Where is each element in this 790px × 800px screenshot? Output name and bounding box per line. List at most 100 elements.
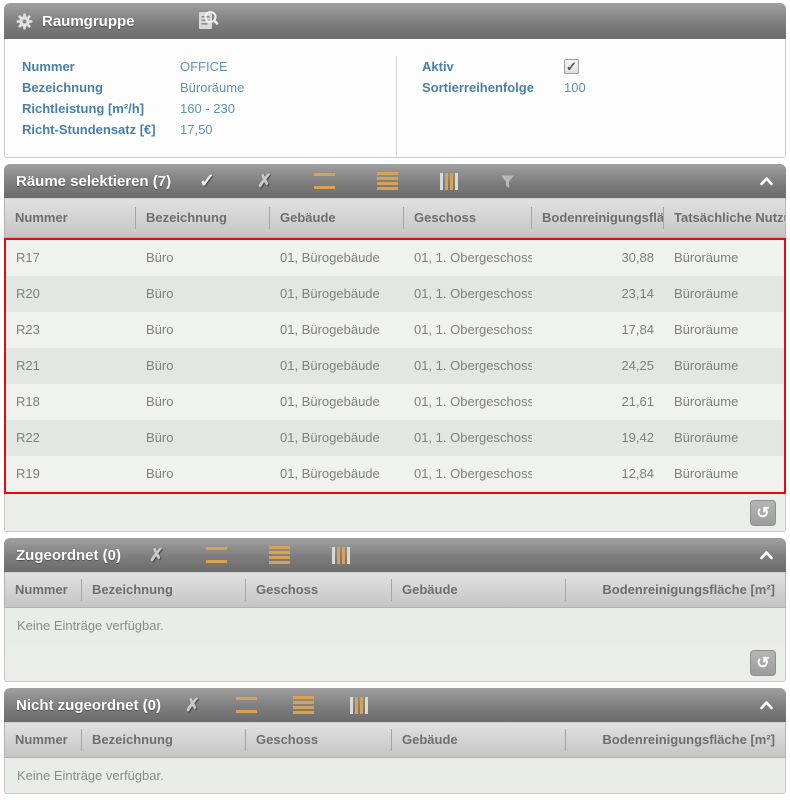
table-cell: R17 [6,240,136,276]
table-cell: 01, Bürogebäude [270,240,404,276]
column-settings-icon[interactable] [440,173,458,190]
column-header-nummer[interactable]: Nummer [5,729,81,751]
toolbar: ✗ [185,695,368,716]
column-header-tatsaechliche-nutzung[interactable]: Tatsächliche Nutzung [663,207,785,229]
column-settings-icon[interactable] [332,547,350,564]
table-cell: Büro [136,240,270,276]
nicht-zugeordnet-panel: Nicht zugeordnet (0) ✗ Nummer Bezeichnun… [4,688,786,794]
table-cell: 21,61 [532,384,664,420]
collapse-rows-icon[interactable] [236,697,257,713]
column-header-nummer[interactable]: Nummer [5,207,135,229]
column-header-bezeichnung[interactable]: Bezeichnung [135,207,269,229]
column-header-geschoss[interactable]: Geschoss [403,207,531,229]
table-cell: Büro [136,348,270,384]
zugeordnet-footer: ↺ [4,644,786,682]
field-row: Nummer OFFICE [22,56,396,77]
reset-icon[interactable]: ↺ [750,650,776,676]
table-cell: 01, Bürogebäude [270,420,404,456]
panel-title: Zugeordnet (0) [16,547,121,564]
table-cell: 30,88 [532,240,664,276]
expand-rows-icon[interactable] [269,546,290,564]
toolbar: ✓ ✗ [199,170,515,193]
field-row: Aktiv [422,56,785,77]
column-header-bodenreinigungsflaeche[interactable]: Bodenreinigungsfläche [m²] [565,579,785,601]
zugeordnet-panel: Zugeordnet (0) ✗ Nummer Bezeichnung Gesc… [4,538,786,682]
field-label: Aktiv [422,56,564,77]
table-cell: 19,42 [532,420,664,456]
column-header-gebaeude[interactable]: Gebäude [391,579,565,601]
field-row: Bezeichnung Büroräume [22,77,396,98]
expand-rows-icon[interactable] [377,172,398,190]
table-cell: 24,25 [532,348,664,384]
column-settings-icon[interactable] [350,697,368,714]
column-header-geschoss[interactable]: Geschoss [245,729,391,751]
table-cell: R21 [6,348,136,384]
collapse-panel-icon[interactable] [759,550,774,560]
table-cell: 01, 1. Obergeschoss [404,420,532,456]
reset-icon[interactable]: ↺ [750,500,776,526]
table-cell: Büro [136,456,270,492]
field-row: Richt-Stundensatz [€] 17,50 [22,119,396,140]
table-cell: R18 [6,384,136,420]
deselect-all-icon[interactable]: ✗ [257,171,272,192]
report-preview-icon[interactable] [195,9,219,33]
column-header-geschoss[interactable]: Geschoss [245,579,391,601]
nicht-zugeordnet-column-header: Nummer Bezeichnung Geschoss Gebäude Bode… [4,722,786,758]
column-header-bodenreinigungsflaeche[interactable]: Bodenreinigungsfläche [m²] [565,729,785,751]
table-cell: 01, 1. Obergeschoss [404,456,532,492]
deselect-all-icon[interactable]: ✗ [185,695,200,716]
field-label: Bezeichnung [22,77,180,98]
collapse-panel-icon[interactable] [759,176,774,186]
table-cell: 01, 1. Obergeschoss [404,276,532,312]
table-cell: 12,84 [532,456,664,492]
collapse-rows-icon[interactable] [206,547,227,563]
table-cell: 01, 1. Obergeschoss [404,384,532,420]
gear-icon [16,13,33,30]
selected-rows-highlight: R17Büro01, Bürogebäude01, 1. Obergeschos… [4,238,786,494]
expand-rows-icon[interactable] [293,696,314,714]
column-header-gebaeude[interactable]: Gebäude [391,729,565,751]
collapse-rows-icon[interactable] [314,173,335,189]
table-cell: 01, Bürogebäude [270,384,404,420]
collapse-panel-icon[interactable] [759,700,774,710]
panel-title: Nicht zugeordnet (0) [16,697,161,714]
column-header-bezeichnung[interactable]: Bezeichnung [81,579,245,601]
table-cell: 01, Bürogebäude [270,276,404,312]
column-header-nummer[interactable]: Nummer [5,579,81,601]
field-label: Nummer [22,56,180,77]
table-cell: Büro [136,384,270,420]
table-row[interactable]: R21Büro01, Bürogebäude01, 1. Obergeschos… [6,348,784,384]
column-header-bodenreinigungsflaeche[interactable]: Bodenreinigungsfläch [531,207,663,229]
select-all-icon[interactable]: ✓ [199,170,215,193]
panel-title: Räume selektieren (7) [16,173,171,190]
filter-icon[interactable] [500,174,515,189]
raumgruppe-panel: Raumgruppe Nummer OFFICE Bezeichnung Bür… [4,3,786,158]
table-row[interactable]: R18Büro01, Bürogebäude01, 1. Obergeschos… [6,384,784,420]
aktiv-checkbox[interactable] [564,59,579,74]
table-cell: 01, 1. Obergeschoss [404,312,532,348]
nicht-zugeordnet-titlebar: Nicht zugeordnet (0) ✗ [4,688,786,722]
table-cell: Büro [136,420,270,456]
column-header-bezeichnung[interactable]: Bezeichnung [81,729,245,751]
deselect-all-icon[interactable]: ✗ [149,545,164,566]
table-row[interactable]: R23Büro01, Bürogebäude01, 1. Obergeschos… [6,312,784,348]
table-row[interactable]: R17Büro01, Bürogebäude01, 1. Obergeschos… [6,240,784,276]
table-row[interactable]: R22Büro01, Bürogebäude01, 1. Obergeschos… [6,420,784,456]
zugeordnet-column-header: Nummer Bezeichnung Geschoss Gebäude Bode… [4,572,786,608]
table-cell: Büro [136,276,270,312]
raumgruppe-fields-left: Nummer OFFICE Bezeichnung Büroräume Rich… [5,56,397,157]
table-cell: Büroräume [664,240,784,276]
field-value: Büroräume [180,77,244,98]
table-cell: Büroräume [664,384,784,420]
table-cell: Büroräume [664,456,784,492]
panel-title: Raumgruppe [42,13,135,30]
table-row[interactable]: R19Büro01, Bürogebäude01, 1. Obergeschos… [6,456,784,492]
field-value: 100 [564,77,586,98]
raumgruppe-body: Nummer OFFICE Bezeichnung Büroräume Rich… [4,39,786,158]
table-row[interactable]: R20Büro01, Bürogebäude01, 1. Obergeschos… [6,276,784,312]
raumgruppe-titlebar: Raumgruppe [4,3,786,39]
table-cell: 17,84 [532,312,664,348]
field-value: OFFICE [180,56,228,77]
column-header-gebaeude[interactable]: Gebäude [269,207,403,229]
field-value: 160 - 230 [180,98,235,119]
